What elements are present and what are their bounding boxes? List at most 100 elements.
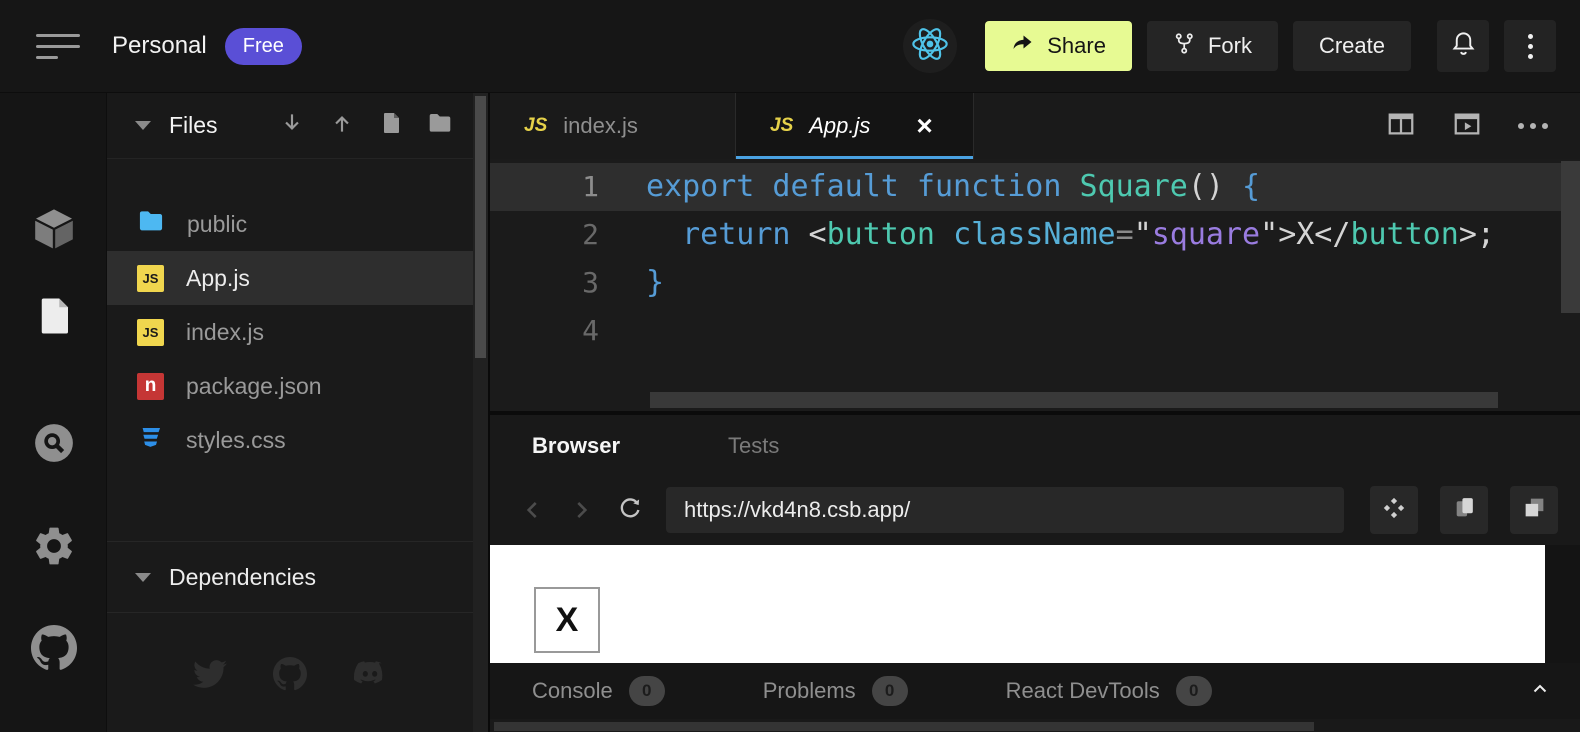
code-line[interactable]: 1 export default function Square() { bbox=[490, 163, 1580, 211]
code-token: " bbox=[1260, 217, 1278, 252]
notifications-button[interactable] bbox=[1437, 20, 1489, 72]
bottom-scrollbar-thumb[interactable] bbox=[494, 722, 1314, 731]
file-row-styles-css[interactable]: styles.css bbox=[107, 413, 473, 467]
copy-window-button[interactable] bbox=[1440, 486, 1488, 534]
count-badge: 0 bbox=[872, 676, 908, 706]
line-number: 4 bbox=[490, 307, 599, 355]
forward-icon[interactable] bbox=[568, 497, 594, 523]
rail-search-button[interactable] bbox=[0, 421, 107, 470]
menu-icon[interactable] bbox=[36, 34, 82, 59]
new-file-icon[interactable] bbox=[379, 111, 403, 140]
count-badge: 0 bbox=[1176, 676, 1212, 706]
sandbox-cube-icon bbox=[30, 205, 78, 258]
create-button[interactable]: Create bbox=[1293, 21, 1411, 71]
react-devtools-label: React DevTools bbox=[1006, 678, 1160, 704]
rail-files-button[interactable] bbox=[0, 295, 107, 342]
code-token: } bbox=[646, 265, 664, 300]
file-row-package-json[interactable]: n package.json bbox=[107, 359, 473, 413]
npm-file-icon: n bbox=[137, 373, 164, 400]
code-line[interactable]: 2 return <button className="square">X</b… bbox=[490, 211, 1580, 259]
files-section-header[interactable]: Files bbox=[107, 93, 473, 159]
console-label: Console bbox=[532, 678, 613, 704]
file-row-app-js[interactable]: JS App.js bbox=[107, 251, 473, 305]
javascript-file-icon: JS bbox=[137, 265, 164, 292]
console-bar: Console 0 Problems 0 React DevTools 0 bbox=[490, 663, 1580, 719]
code-token: button bbox=[827, 217, 935, 252]
chevron-down-icon bbox=[135, 121, 151, 130]
tab-index-js[interactable]: JS index.js bbox=[490, 93, 736, 159]
line-number: 2 bbox=[490, 211, 599, 259]
bottom-scrollbar[interactable] bbox=[490, 719, 1580, 732]
workspace-name[interactable]: Personal bbox=[112, 32, 207, 60]
close-tab-icon[interactable]: × bbox=[916, 112, 932, 140]
share-button[interactable]: Share bbox=[985, 21, 1132, 71]
code-text: } bbox=[599, 259, 664, 307]
code-token: >X</ bbox=[1278, 217, 1350, 252]
react-devtools-tab[interactable]: React DevTools 0 bbox=[1006, 676, 1212, 706]
plan-badge[interactable]: Free bbox=[225, 28, 302, 65]
new-folder-icon[interactable] bbox=[427, 110, 453, 141]
split-editor-icon[interactable] bbox=[1386, 109, 1416, 144]
download-icon[interactable] bbox=[279, 110, 305, 141]
fork-label: Fork bbox=[1208, 33, 1252, 59]
code-line[interactable]: 4 bbox=[490, 307, 1580, 355]
rail-sandbox-button[interactable] bbox=[0, 205, 107, 258]
chevron-down-icon bbox=[135, 573, 151, 582]
file-name: package.json bbox=[186, 373, 322, 400]
github-icon bbox=[31, 625, 77, 676]
rail-settings-button[interactable] bbox=[0, 523, 107, 574]
github-icon[interactable] bbox=[273, 657, 307, 696]
explorer-scrollbar[interactable] bbox=[473, 93, 488, 732]
code-text bbox=[599, 307, 646, 355]
search-icon bbox=[32, 421, 76, 470]
responsive-mode-icon bbox=[1381, 495, 1407, 526]
open-preview-icon[interactable] bbox=[1452, 109, 1482, 144]
tab-label: App.js bbox=[809, 113, 870, 139]
code-line[interactable]: 3 } bbox=[490, 259, 1580, 307]
rail-deploy-button[interactable] bbox=[0, 727, 107, 732]
react-template-button[interactable] bbox=[903, 19, 957, 73]
count-badge: 0 bbox=[629, 676, 665, 706]
horizontal-scrollbar-thumb[interactable] bbox=[650, 392, 1498, 408]
back-icon[interactable] bbox=[520, 497, 546, 523]
discord-icon[interactable] bbox=[353, 657, 387, 696]
rail-github-button[interactable] bbox=[0, 625, 107, 676]
more-actions-icon[interactable] bbox=[1518, 123, 1548, 129]
tab-app-js[interactable]: JS App.js × bbox=[736, 93, 974, 159]
share-label: Share bbox=[1047, 33, 1106, 59]
explorer-scrollbar-thumb[interactable] bbox=[475, 96, 486, 358]
open-window-button[interactable] bbox=[1510, 486, 1558, 534]
twitter-icon[interactable] bbox=[193, 657, 227, 696]
code-token: () bbox=[1188, 169, 1242, 204]
tab-browser[interactable]: Browser bbox=[532, 433, 620, 459]
file-row-public[interactable]: public bbox=[107, 197, 473, 251]
upload-icon[interactable] bbox=[329, 110, 355, 141]
responsive-mode-button[interactable] bbox=[1370, 486, 1418, 534]
code-token: button bbox=[1350, 217, 1458, 252]
tab-bar-actions bbox=[1386, 93, 1580, 159]
collapse-console-icon[interactable] bbox=[1528, 677, 1552, 706]
vertical-scrollbar-thumb[interactable] bbox=[1561, 161, 1580, 313]
tab-tests[interactable]: Tests bbox=[728, 433, 779, 459]
tab-label: index.js bbox=[563, 113, 638, 139]
square-button[interactable]: X bbox=[534, 587, 600, 653]
code-editor[interactable]: 1 export default function Square() { 2 r… bbox=[490, 159, 1580, 411]
console-tab[interactable]: Console 0 bbox=[532, 676, 665, 706]
code-token: = bbox=[1116, 217, 1134, 252]
browser-preview[interactable]: X bbox=[490, 545, 1545, 663]
more-options-button[interactable] bbox=[1504, 20, 1556, 72]
reload-icon[interactable] bbox=[616, 496, 644, 524]
url-input[interactable] bbox=[666, 487, 1344, 533]
problems-tab[interactable]: Problems 0 bbox=[763, 676, 908, 706]
code-token: export default function bbox=[646, 169, 1061, 204]
dependencies-section-header[interactable]: Dependencies bbox=[107, 542, 473, 613]
file-list: public JS App.js JS index.js n package.j… bbox=[107, 197, 473, 467]
kebab-menu-icon bbox=[1528, 34, 1533, 59]
code-token: " bbox=[1134, 217, 1152, 252]
activity-rail bbox=[0, 93, 107, 732]
code-token: Square bbox=[1079, 169, 1187, 204]
fork-button[interactable]: Fork bbox=[1147, 21, 1278, 71]
file-row-index-js[interactable]: JS index.js bbox=[107, 305, 473, 359]
file-name: App.js bbox=[186, 265, 250, 292]
file-name: public bbox=[187, 211, 247, 238]
